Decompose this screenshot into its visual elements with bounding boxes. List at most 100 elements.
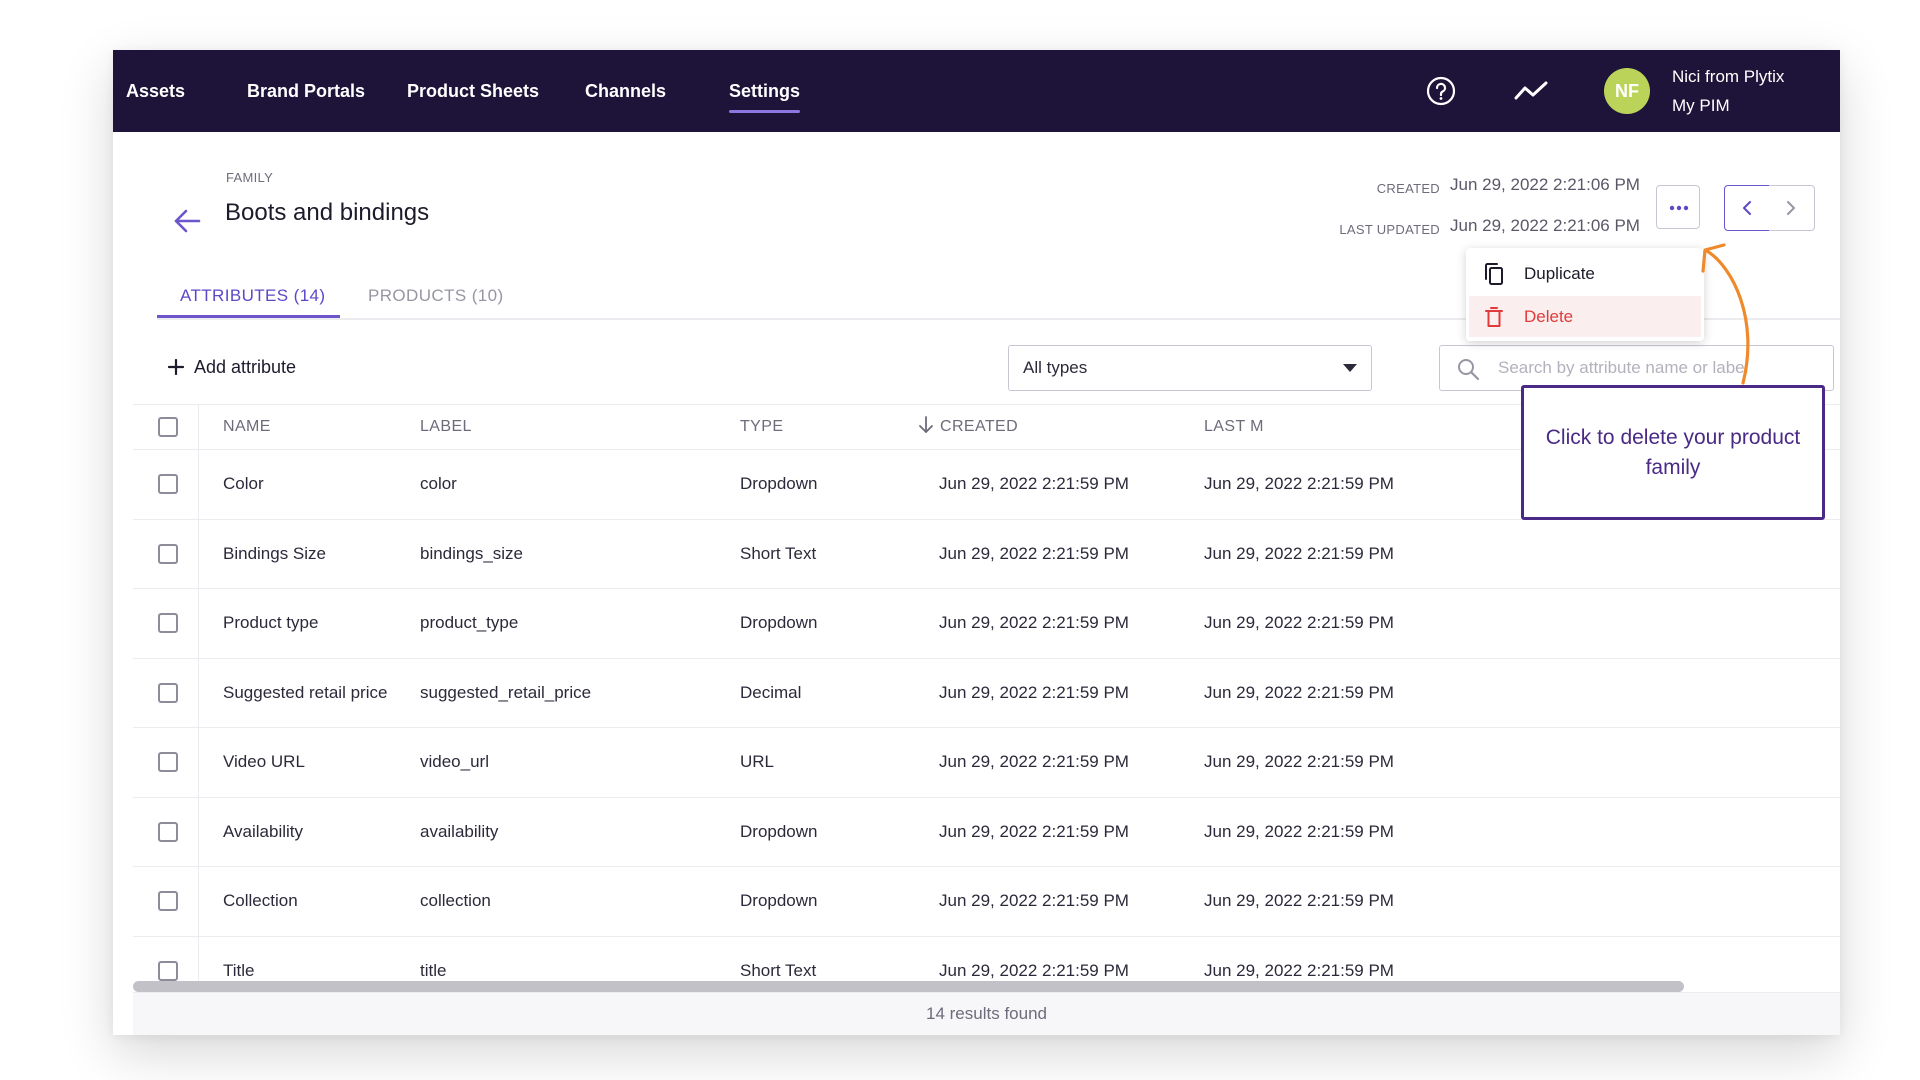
menu-item-delete-label: Delete <box>1524 307 1574 326</box>
nav-settings[interactable]: Settings <box>729 50 801 132</box>
user-org[interactable]: My PIM <box>1672 96 1730 116</box>
cell-type: Decimal <box>740 682 802 702</box>
row-checkbox[interactable] <box>158 960 178 981</box>
menu-item-duplicate[interactable]: Duplicate <box>1469 253 1701 294</box>
delete-hint-callout: Click to delete your product family <box>1521 385 1825 520</box>
type-filter-value: All types <box>1023 358 1088 377</box>
col-header-label[interactable]: LABEL <box>420 405 472 449</box>
last-updated-value: Jun 29, 2022 2:21:06 PM <box>1450 216 1640 235</box>
cell-label: availability <box>420 821 499 841</box>
cell-created: Jun 29, 2022 2:21:59 PM <box>939 821 1129 841</box>
cell-type: Dropdown <box>740 474 818 493</box>
plus-icon <box>168 359 184 375</box>
row-checkbox[interactable] <box>158 821 178 842</box>
cell-label: bindings_size <box>420 543 524 563</box>
more-options-button[interactable] <box>1656 185 1700 229</box>
row-checkbox[interactable] <box>158 752 178 772</box>
cell-type: Short Text <box>740 543 817 563</box>
table-row[interactable]: Collection collection Dropdown Jun 29, 2022… <box>133 866 1840 937</box>
cell-name: Bindings Size <box>223 543 327 563</box>
col-header-created[interactable]: CREATED <box>919 405 1018 449</box>
app-window: Assets Brand Portals Product Sheets Chan… <box>113 50 1840 1035</box>
cell-label: suggested_retail_price <box>420 682 592 702</box>
cell-last-modified: Jun 29, 2022 2:21:59 PM <box>1204 682 1394 702</box>
nav-product-sheets[interactable]: Product Sheets <box>407 50 539 132</box>
select-all-checkbox[interactable] <box>158 417 178 437</box>
cell-label: video_url <box>420 752 489 771</box>
table-row[interactable]: Product type product_type Dropdown Jun 29, … <box>133 588 1840 659</box>
col-header-created-label: CREATED <box>940 418 1019 435</box>
add-attribute-button[interactable]: Add attribute <box>168 352 296 382</box>
col-header-last-modified[interactable]: LAST M <box>1204 405 1264 449</box>
table-row[interactable]: Bindings Size bindings_size Short Text Jun … <box>133 518 1840 590</box>
created-value: Jun 29, 2022 2:21:06 PM <box>1450 175 1640 194</box>
cell-name: Suggested retail price <box>223 682 388 702</box>
cell-created: Jun 29, 2022 2:21:59 PM <box>939 891 1129 910</box>
nav-brand-portals[interactable]: Brand Portals <box>247 50 365 132</box>
cell-created: Jun 29, 2022 2:21:59 PM <box>939 543 1129 563</box>
sort-down-arrow-icon <box>919 416 933 433</box>
copy-icon <box>1485 263 1503 285</box>
nav-channels[interactable]: Channels <box>585 50 666 132</box>
cell-last-modified: Jun 29, 2022 2:21:59 PM <box>1204 752 1394 771</box>
nav-assets[interactable]: Assets <box>126 50 185 132</box>
type-filter-select[interactable]: All types <box>1008 345 1372 391</box>
top-navigation: Assets Brand Portals Product Sheets Chan… <box>113 50 1840 132</box>
row-checkbox[interactable] <box>158 891 178 911</box>
cell-created: Jun 29, 2022 2:21:59 PM <box>939 752 1129 771</box>
horizontal-scrollbar[interactable] <box>133 981 1684 992</box>
menu-item-delete[interactable]: Delete <box>1469 296 1701 337</box>
tab-attributes[interactable]: ATTRIBUTES (14) <box>180 286 325 306</box>
results-footer: 14 results found <box>133 992 1840 1035</box>
avatar[interactable]: NF <box>1604 68 1650 114</box>
col-header-type[interactable]: TYPE <box>740 405 783 449</box>
row-checkbox[interactable] <box>158 613 178 633</box>
cell-last-modified: Jun 29, 2022 2:21:59 PM <box>1204 613 1394 632</box>
cell-last-modified: Jun 29, 2022 2:21:59 PM <box>1204 821 1394 841</box>
last-updated-label: LAST UPDATED <box>1339 222 1440 237</box>
row-checkbox[interactable] <box>158 543 178 564</box>
col-header-name[interactable]: NAME <box>223 405 271 449</box>
cell-label: collection <box>420 891 491 910</box>
add-attribute-label: Add attribute <box>194 357 297 377</box>
cell-type: Dropdown <box>740 613 818 632</box>
cell-name: Video URL <box>223 752 305 771</box>
cell-type: Dropdown <box>740 821 818 841</box>
cell-last-modified: Jun 29, 2022 2:21:59 PM <box>1204 474 1394 493</box>
back-arrow-icon[interactable] <box>173 208 201 234</box>
more-dots-icon <box>1669 205 1689 211</box>
page-title: Boots and bindings <box>225 199 430 226</box>
cell-name: Product type <box>223 613 319 632</box>
table-row[interactable]: Availability availability Dropdown Jun 29, … <box>133 796 1840 868</box>
trash-icon <box>1485 307 1503 327</box>
family-caption: FAMILY <box>226 170 274 185</box>
help-icon[interactable] <box>1426 76 1456 106</box>
cell-name: Availability <box>223 821 304 841</box>
caret-down-icon <box>1343 364 1357 372</box>
cell-label: product_type <box>420 613 519 632</box>
chevron-right-icon <box>1787 201 1795 215</box>
cell-label: color <box>420 474 457 493</box>
table-row[interactable]: Video URL video_url URL Jun 29, 2022 2:21:5… <box>133 727 1840 798</box>
chevron-left-icon <box>1743 201 1751 215</box>
created-label: CREATED <box>1376 181 1440 196</box>
more-options-menu: Duplicate Delete <box>1466 248 1704 341</box>
cell-type: Dropdown <box>740 891 818 910</box>
menu-item-duplicate-label: Duplicate <box>1524 264 1595 283</box>
row-checkbox[interactable] <box>158 682 178 703</box>
cell-name: Collection <box>223 891 298 910</box>
user-name[interactable]: Nici from Plytix <box>1672 67 1784 87</box>
activity-chart-icon[interactable] <box>1514 79 1548 103</box>
search-icon <box>1458 359 1480 381</box>
cell-created: Jun 29, 2022 2:21:59 PM <box>939 613 1129 632</box>
table-row[interactable]: Suggested retail price suggested_retail_p… <box>133 657 1840 729</box>
cell-last-modified: Jun 29, 2022 2:21:59 PM <box>1204 543 1394 563</box>
cell-created: Jun 29, 2022 2:21:59 PM <box>939 474 1129 493</box>
cell-type: URL <box>740 752 775 771</box>
callout-arrow-icon <box>1701 243 1750 385</box>
tab-products[interactable]: PRODUCTS (10) <box>368 286 504 306</box>
cell-created: Jun 29, 2022 2:21:59 PM <box>939 682 1129 702</box>
callout-text: Click to delete your product family <box>1545 425 1801 479</box>
cell-last-modified: Jun 29, 2022 2:21:59 PM <box>1204 891 1394 910</box>
row-checkbox[interactable] <box>158 474 178 494</box>
